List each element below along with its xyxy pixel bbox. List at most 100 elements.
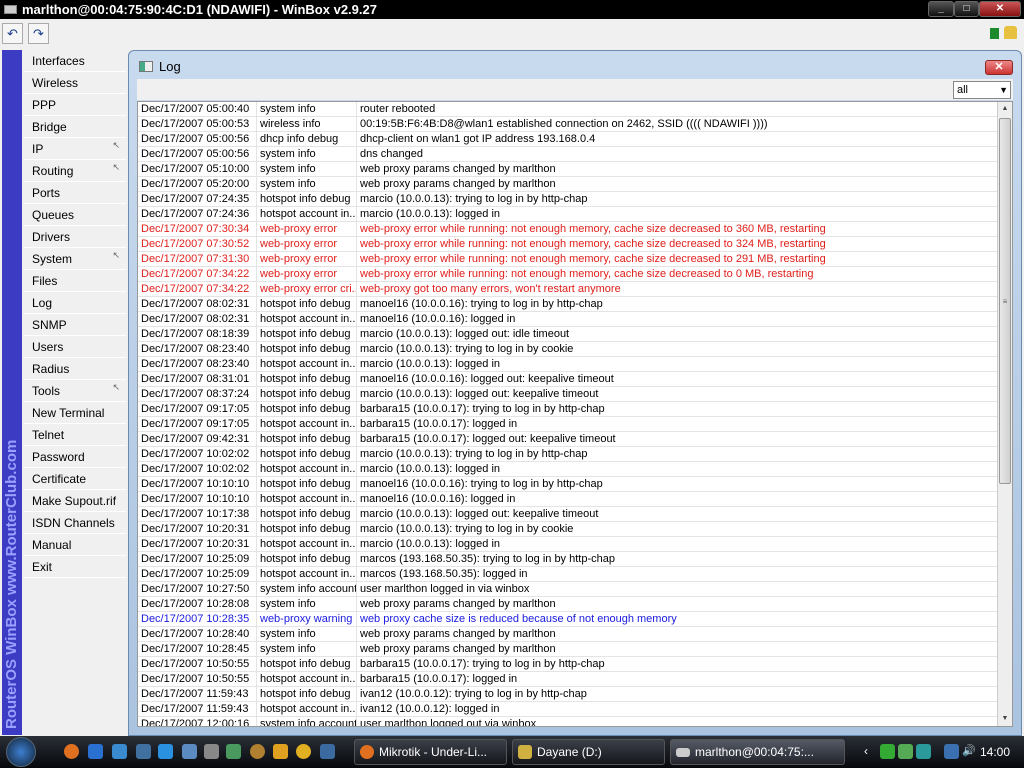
sidebar-item-exit[interactable]: Exit bbox=[24, 556, 126, 578]
log-row[interactable]: Dec/17/2007 10:17:38 hotspot info debug ma… bbox=[138, 507, 1012, 522]
log-row[interactable]: Dec/17/2007 10:25:09 hotspot info debug ma… bbox=[138, 552, 1012, 567]
sidebar-item-certificate[interactable]: Certificate bbox=[24, 468, 126, 490]
sidebar-item-password[interactable]: Password bbox=[24, 446, 126, 468]
tray-app-icon[interactable] bbox=[916, 744, 931, 759]
log-row[interactable]: Dec/17/2007 10:50:55 hotspot info debug ba… bbox=[138, 657, 1012, 672]
tray-user-icon[interactable] bbox=[898, 744, 913, 759]
volume-icon[interactable]: 🔊 bbox=[962, 744, 976, 757]
sidebar-item-ports[interactable]: Ports bbox=[24, 182, 126, 204]
log-row[interactable]: Dec/17/2007 08:23:40 hotspot info debug ma… bbox=[138, 342, 1012, 357]
log-row[interactable]: Dec/17/2007 10:50:55 hotspot account in..… bbox=[138, 672, 1012, 687]
scroll-down-icon[interactable]: ▼ bbox=[998, 712, 1012, 726]
log-row[interactable]: Dec/17/2007 10:28:35 web-proxy warning web… bbox=[138, 612, 1012, 627]
log-row[interactable]: Dec/17/2007 09:17:05 hotspot account in..… bbox=[138, 417, 1012, 432]
close-button[interactable]: ✕ bbox=[979, 1, 1021, 17]
task-explorer[interactable]: Dayane (D:) bbox=[512, 739, 665, 765]
sidebar-item-new-terminal[interactable]: New Terminal bbox=[24, 402, 126, 424]
sidebar-item-radius[interactable]: Radius bbox=[24, 358, 126, 380]
log-row[interactable]: Dec/17/2007 10:02:02 hotspot account in..… bbox=[138, 462, 1012, 477]
log-row[interactable]: Dec/17/2007 10:10:10 hotspot info debug ma… bbox=[138, 477, 1012, 492]
sidebar-item-telnet[interactable]: Telnet bbox=[24, 424, 126, 446]
sidebar-item-make-supout-rif[interactable]: Make Supout.rif bbox=[24, 490, 126, 512]
maximize-button[interactable]: □ bbox=[954, 1, 979, 17]
sidebar-item-queues[interactable]: Queues bbox=[24, 204, 126, 226]
app-icon[interactable] bbox=[204, 744, 219, 759]
log-row[interactable]: Dec/17/2007 07:24:36 hotspot account in..… bbox=[138, 207, 1012, 222]
log-row[interactable]: Dec/17/2007 08:23:40 hotspot account in..… bbox=[138, 357, 1012, 372]
log-row[interactable]: Dec/17/2007 10:10:10 hotspot account in..… bbox=[138, 492, 1012, 507]
scrollbar[interactable]: ▲ ≡ ▼ bbox=[997, 102, 1012, 726]
tray-network-icon[interactable] bbox=[880, 744, 895, 759]
redo-button[interactable]: ↷ bbox=[28, 23, 49, 44]
log-row[interactable]: Dec/17/2007 07:34:22 web-proxy error web-p… bbox=[138, 267, 1012, 282]
media-icon[interactable] bbox=[158, 744, 173, 759]
log-close-button[interactable]: ✕ bbox=[985, 60, 1013, 75]
tray-monitor-icon[interactable] bbox=[944, 744, 959, 759]
sidebar-item-isdn-channels[interactable]: ISDN Channels bbox=[24, 512, 126, 534]
sidebar-item-routing[interactable]: Routing ↖ bbox=[24, 160, 126, 182]
app-icon[interactable] bbox=[320, 744, 335, 759]
clock[interactable]: 14:00 bbox=[980, 745, 1010, 759]
log-row[interactable]: Dec/17/2007 05:20:00 system info web proxy… bbox=[138, 177, 1012, 192]
log-row[interactable]: Dec/17/2007 10:28:40 system info web proxy… bbox=[138, 627, 1012, 642]
ie-icon[interactable] bbox=[88, 744, 103, 759]
start-button[interactable] bbox=[6, 737, 36, 767]
log-row[interactable]: Dec/17/2007 05:00:56 system info dns chang… bbox=[138, 147, 1012, 162]
log-row[interactable]: Dec/17/2007 10:25:09 hotspot account in..… bbox=[138, 567, 1012, 582]
sidebar-item-log[interactable]: Log bbox=[24, 292, 126, 314]
desktop-icon[interactable] bbox=[136, 744, 151, 759]
log-row[interactable]: Dec/17/2007 08:31:01 hotspot info debug ma… bbox=[138, 372, 1012, 387]
sidebar-item-ip[interactable]: IP ↖ bbox=[24, 138, 126, 160]
log-row[interactable]: Dec/17/2007 10:02:02 hotspot info debug ma… bbox=[138, 447, 1012, 462]
app-icon[interactable] bbox=[273, 744, 288, 759]
log-row[interactable]: Dec/17/2007 10:20:31 hotspot account in..… bbox=[138, 537, 1012, 552]
log-row[interactable]: Dec/17/2007 07:24:35 hotspot info debug ma… bbox=[138, 192, 1012, 207]
undo-button[interactable]: ↶ bbox=[2, 23, 23, 44]
sidebar-item-manual[interactable]: Manual bbox=[24, 534, 126, 556]
log-row[interactable]: Dec/17/2007 07:30:34 web-proxy error web-p… bbox=[138, 222, 1012, 237]
log-row[interactable]: Dec/17/2007 07:30:52 web-proxy error web-p… bbox=[138, 237, 1012, 252]
log-row[interactable]: Dec/17/2007 10:28:45 system info web proxy… bbox=[138, 642, 1012, 657]
log-row[interactable]: Dec/17/2007 11:59:43 hotspot account in..… bbox=[138, 702, 1012, 717]
log-row[interactable]: Dec/17/2007 08:37:24 hotspot info debug ma… bbox=[138, 387, 1012, 402]
log-row[interactable]: Dec/17/2007 05:00:53 wireless info 00:19:5… bbox=[138, 117, 1012, 132]
quicklaunch-icon[interactable] bbox=[112, 744, 127, 759]
sidebar-item-ppp[interactable]: PPP bbox=[24, 94, 126, 116]
sidebar-item-wireless[interactable]: Wireless bbox=[24, 72, 126, 94]
minimize-button[interactable]: _ bbox=[928, 1, 954, 17]
tray-expand-icon[interactable]: ‹ bbox=[864, 744, 868, 758]
task-winbox[interactable]: marlthon@00:04:75:... bbox=[670, 739, 845, 765]
log-row[interactable]: Dec/17/2007 10:20:31 hotspot info debug ma… bbox=[138, 522, 1012, 537]
sidebar-item-users[interactable]: Users bbox=[24, 336, 126, 358]
app-icon[interactable] bbox=[250, 744, 265, 759]
log-row[interactable]: Dec/17/2007 08:02:31 hotspot account in..… bbox=[138, 312, 1012, 327]
log-row[interactable]: Dec/17/2007 10:28:08 system info web proxy… bbox=[138, 597, 1012, 612]
log-row[interactable]: Dec/17/2007 09:17:05 hotspot info debug ba… bbox=[138, 402, 1012, 417]
log-row[interactable]: Dec/17/2007 07:31:30 web-proxy error web-p… bbox=[138, 252, 1012, 267]
log-row[interactable]: Dec/17/2007 05:00:40 system info router re… bbox=[138, 102, 1012, 117]
sidebar-item-drivers[interactable]: Drivers bbox=[24, 226, 126, 248]
log-row[interactable]: Dec/17/2007 05:10:00 system info web proxy… bbox=[138, 162, 1012, 177]
topic-filter-select[interactable]: all ▼ bbox=[953, 81, 1011, 99]
app-icon[interactable] bbox=[296, 744, 311, 759]
task-firefox[interactable]: Mikrotik - Under-Li... bbox=[354, 739, 507, 765]
sidebar-item-system[interactable]: System ↖ bbox=[24, 248, 126, 270]
log-row[interactable]: Dec/17/2007 09:42:31 hotspot info debug ba… bbox=[138, 432, 1012, 447]
sidebar-item-snmp[interactable]: SNMP bbox=[24, 314, 126, 336]
log-row[interactable]: Dec/17/2007 08:18:39 hotspot info debug ma… bbox=[138, 327, 1012, 342]
scroll-up-icon[interactable]: ▲ bbox=[998, 102, 1012, 116]
sidebar-item-files[interactable]: Files bbox=[24, 270, 126, 292]
log-row[interactable]: Dec/17/2007 07:34:22 web-proxy error cri.… bbox=[138, 282, 1012, 297]
log-row[interactable]: Dec/17/2007 08:02:31 hotspot info debug ma… bbox=[138, 297, 1012, 312]
log-row[interactable]: Dec/17/2007 10:27:50 system info account u… bbox=[138, 582, 1012, 597]
sidebar-item-tools[interactable]: Tools ↖ bbox=[24, 380, 126, 402]
log-row[interactable]: Dec/17/2007 11:59:43 hotspot info debug iv… bbox=[138, 687, 1012, 702]
log-row[interactable]: Dec/17/2007 12:00:16 system info account u… bbox=[138, 717, 1012, 726]
sidebar-item-bridge[interactable]: Bridge bbox=[24, 116, 126, 138]
network-icon[interactable] bbox=[182, 744, 197, 759]
messenger-icon[interactable] bbox=[226, 744, 241, 759]
sidebar-item-interfaces[interactable]: Interfaces bbox=[24, 50, 126, 72]
firefox-icon[interactable] bbox=[64, 744, 79, 759]
log-row[interactable]: Dec/17/2007 05:00:56 dhcp info debug dhcp-… bbox=[138, 132, 1012, 147]
scroll-thumb[interactable]: ≡ bbox=[999, 118, 1011, 484]
